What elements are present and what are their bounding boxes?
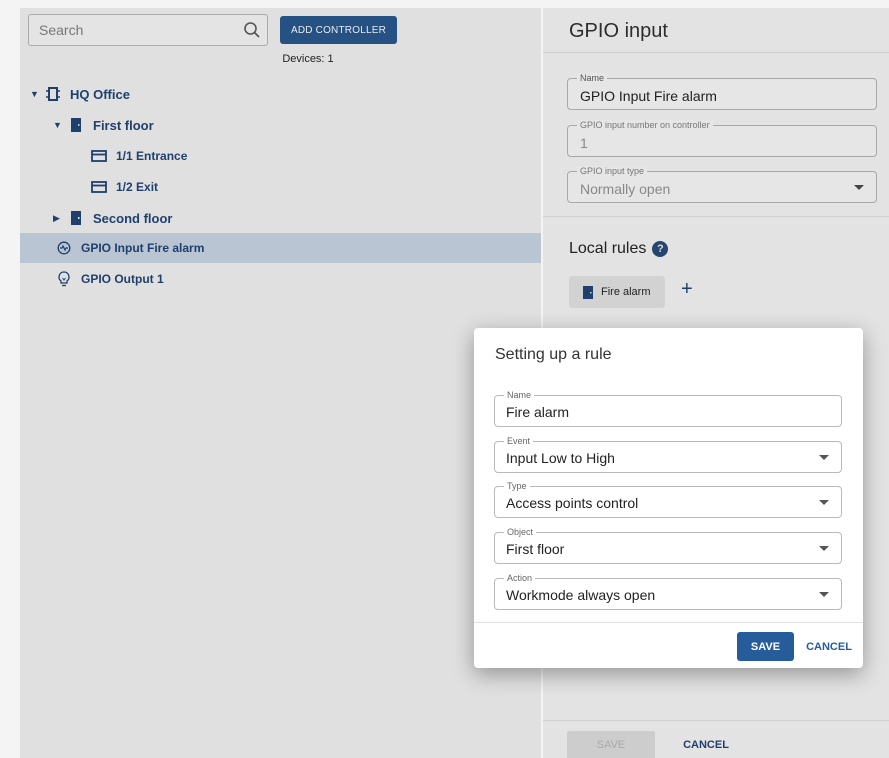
event-value: Input Low to High bbox=[506, 450, 615, 466]
tree-item-second-floor[interactable]: ▶ Second floor bbox=[20, 203, 541, 233]
add-controller-button[interactable]: ADD CONTROLLER bbox=[280, 16, 397, 44]
door-icon bbox=[583, 285, 593, 299]
access-point-icon bbox=[90, 179, 108, 195]
tree-item-label: HQ Office bbox=[70, 86, 130, 102]
add-rule-button[interactable]: + bbox=[681, 278, 693, 301]
object-select[interactable]: Object First floor bbox=[494, 527, 842, 564]
dropdown-caret-icon[interactable] bbox=[819, 592, 829, 597]
tree-item-gpio-input-fire-alarm[interactable]: GPIO Input Fire alarm bbox=[20, 233, 541, 263]
event-label: Event bbox=[504, 436, 534, 446]
rule-name-label: Name bbox=[504, 390, 535, 400]
action-select[interactable]: Action Workmode always open bbox=[494, 573, 842, 610]
rule-dialog: Setting up a rule Name Fire alarm Event … bbox=[474, 328, 863, 668]
type-value: Access points control bbox=[506, 495, 639, 511]
dropdown-caret-icon bbox=[854, 185, 864, 190]
controller-icon bbox=[44, 86, 62, 102]
gpio-input-number-field: GPIO input number on controller 1 bbox=[567, 120, 877, 157]
name-field-value: GPIO Input Fire alarm bbox=[580, 88, 717, 104]
door-icon bbox=[67, 117, 85, 133]
name-field-label: Name bbox=[577, 73, 608, 83]
rule-chip-label: Fire alarm bbox=[601, 286, 651, 298]
tree-item-label: 1/1 Entrance bbox=[116, 149, 188, 163]
event-select[interactable]: Event Input Low to High bbox=[494, 436, 842, 473]
tree-item-label: First floor bbox=[93, 117, 154, 133]
tree-item-hq-office[interactable]: ▼ HQ Office bbox=[20, 79, 541, 109]
device-tree-panel: ADD CONTROLLER Devices: 1 ▼ HQ Office ▼ … bbox=[20, 8, 541, 758]
type-label: Type bbox=[504, 481, 530, 491]
object-label: Object bbox=[504, 527, 537, 537]
save-button[interactable]: SAVE bbox=[567, 731, 655, 758]
divider bbox=[474, 622, 863, 623]
cancel-button[interactable]: CANCEL bbox=[677, 731, 735, 758]
search-icon[interactable] bbox=[243, 21, 261, 39]
local-rules-heading: Local rules ? bbox=[569, 240, 669, 258]
name-field[interactable]: Name GPIO Input Fire alarm bbox=[567, 73, 877, 110]
tree-item-label: 1/2 Exit bbox=[116, 180, 159, 194]
collapse-arrow-icon[interactable]: ▼ bbox=[30, 89, 40, 99]
gpio-input-type-value: Normally open bbox=[580, 181, 671, 197]
dropdown-caret-icon[interactable] bbox=[819, 455, 829, 460]
action-label: Action bbox=[504, 573, 536, 583]
tree-item-first-floor[interactable]: ▼ First floor bbox=[20, 110, 541, 140]
dialog-save-button[interactable]: SAVE bbox=[737, 632, 794, 661]
dropdown-caret-icon[interactable] bbox=[819, 500, 829, 505]
gpio-input-number-value: 1 bbox=[580, 135, 588, 151]
local-rules-title: Local rules bbox=[569, 240, 647, 257]
gpio-input-number-label: GPIO input number on controller bbox=[577, 120, 713, 130]
object-value: First floor bbox=[506, 541, 565, 557]
form-actions: SAVE CANCEL bbox=[543, 720, 889, 758]
expand-arrow-icon[interactable]: ▶ bbox=[53, 213, 63, 224]
gpio-input-icon bbox=[55, 240, 73, 256]
rule-chip-fire-alarm[interactable]: Fire alarm bbox=[569, 276, 665, 308]
collapse-arrow-icon[interactable]: ▼ bbox=[53, 120, 63, 130]
bulb-icon bbox=[55, 271, 73, 287]
search-box[interactable] bbox=[28, 14, 268, 46]
tree-item-label: GPIO Output 1 bbox=[81, 272, 164, 286]
dialog-cancel-button[interactable]: CANCEL bbox=[802, 632, 856, 661]
action-value: Workmode always open bbox=[506, 587, 656, 603]
dialog-title: Setting up a rule bbox=[495, 346, 612, 363]
page-title: GPIO input bbox=[569, 20, 668, 42]
tree-item-gpio-output-1[interactable]: GPIO Output 1 bbox=[20, 264, 541, 294]
door-icon bbox=[67, 210, 85, 226]
gpio-input-type-label: GPIO input type bbox=[577, 166, 648, 176]
divider bbox=[543, 216, 889, 217]
help-icon[interactable]: ? bbox=[652, 241, 669, 257]
rule-name-field[interactable]: Name Fire alarm bbox=[494, 390, 842, 427]
type-select[interactable]: Type Access points control bbox=[494, 481, 842, 518]
access-point-icon bbox=[90, 148, 108, 164]
gpio-input-type-select: GPIO input type Normally open bbox=[567, 166, 877, 203]
tree-item-label: GPIO Input Fire alarm bbox=[81, 241, 205, 255]
tree-item-entrance[interactable]: 1/1 Entrance bbox=[20, 141, 541, 171]
search-input[interactable] bbox=[29, 15, 229, 45]
tree-item-label: Second floor bbox=[93, 210, 173, 226]
tree-item-exit[interactable]: 1/2 Exit bbox=[20, 172, 541, 202]
devices-count: Devices: 1 bbox=[282, 53, 334, 65]
divider bbox=[543, 52, 889, 53]
dropdown-caret-icon[interactable] bbox=[819, 546, 829, 551]
rule-name-value: Fire alarm bbox=[506, 404, 570, 420]
